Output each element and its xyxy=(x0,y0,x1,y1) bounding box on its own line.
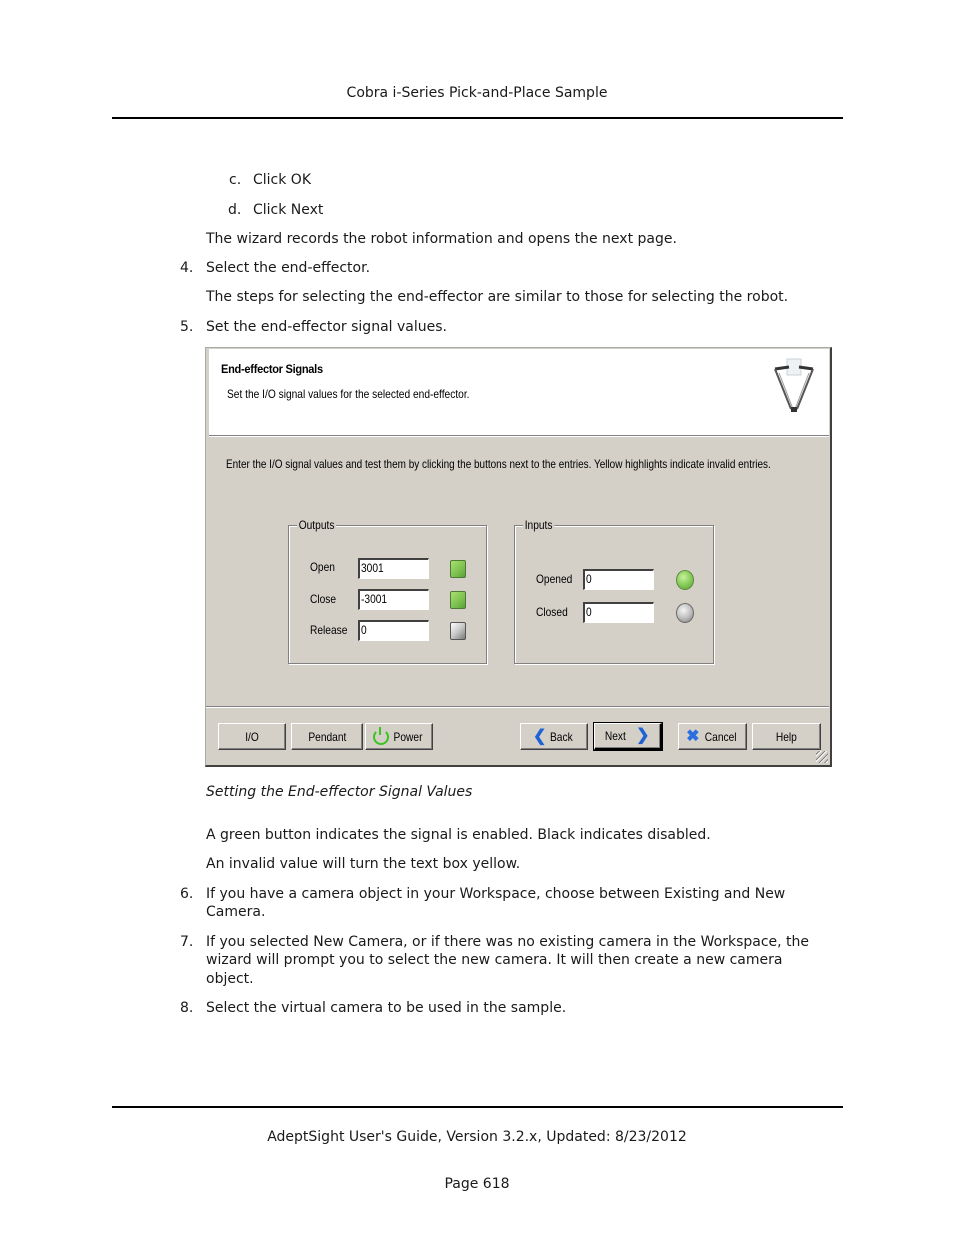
footer-rule xyxy=(112,1106,843,1108)
next-arrow-icon: ❯ xyxy=(636,727,650,744)
power-icon xyxy=(372,726,389,745)
step-7-text-cont: wizard will prompt you to select the new… xyxy=(206,952,783,968)
dialog-header-panel: End-effector Signals Set the I/O signal … xyxy=(209,349,829,436)
closed-input-indicator xyxy=(676,603,694,623)
step-8-marker: 8. xyxy=(180,1000,194,1016)
end-effector-signals-dialog: End-effector Signals Set the I/O signal … xyxy=(205,347,832,767)
step-6-marker: 6. xyxy=(180,886,194,902)
help-button[interactable]: Help xyxy=(752,723,821,750)
figure-caption: Setting the End-effector Signal Values xyxy=(206,784,473,800)
step-7-text-cont: object. xyxy=(206,971,254,987)
closed-input-field[interactable]: 0 xyxy=(583,602,654,623)
close-output-toggle-button[interactable] xyxy=(450,591,466,609)
header-rule xyxy=(112,117,843,119)
resize-grip[interactable] xyxy=(816,751,828,763)
note-paragraph: A green button indicates the signal is e… xyxy=(206,827,711,843)
close-output-field[interactable]: -3001 xyxy=(358,589,429,610)
header-separator xyxy=(209,436,829,437)
step-5-text: Set the end-effector signal values. xyxy=(206,319,447,335)
note-paragraph: The wizard records the robot information… xyxy=(206,231,677,247)
opened-label: Opened xyxy=(536,572,573,586)
open-label: Open xyxy=(310,560,335,574)
list-marker-c: c. xyxy=(229,172,242,188)
list-marker-d: d. xyxy=(228,202,242,218)
robot-icon xyxy=(774,358,814,412)
release-output-field[interactable]: 0 xyxy=(358,620,429,641)
closed-label: Closed xyxy=(536,605,568,619)
release-label: Release xyxy=(310,623,348,637)
step-6-text-cont: Camera. xyxy=(206,904,266,920)
cancel-x-icon: ✖ xyxy=(686,727,700,745)
step-6-text: If you have a camera object in your Work… xyxy=(206,886,786,902)
pendant-button[interactable]: Pendant xyxy=(291,723,363,750)
opened-input-field[interactable]: 0 xyxy=(583,569,654,590)
footer-separator-highlight xyxy=(206,707,829,708)
open-output-toggle-button[interactable] xyxy=(450,560,466,578)
footer-guide-info: AdeptSight User's Guide, Version 3.2.x, … xyxy=(267,1129,687,1145)
release-output-toggle-button[interactable] xyxy=(450,622,466,640)
step-4-marker: 4. xyxy=(180,260,194,276)
step-7-text: If you selected New Camera, or if there … xyxy=(206,934,810,950)
step-4-text: Select the end-effector. xyxy=(206,260,371,276)
step-5-marker: 5. xyxy=(180,319,194,335)
note-paragraph: An invalid value will turn the text box … xyxy=(206,856,521,872)
next-button[interactable]: Next ❯ xyxy=(593,722,663,751)
outputs-group: Outputs Open 3001 Close -3001 Release 0 xyxy=(288,518,487,664)
inputs-legend: Inputs xyxy=(523,518,555,532)
step-8-text: Select the virtual camera to be used in … xyxy=(206,1000,567,1016)
note-paragraph: The steps for selecting the end-effector… xyxy=(206,289,789,305)
io-button[interactable]: I/O xyxy=(218,723,286,750)
outputs-legend: Outputs xyxy=(297,518,337,532)
dialog-subtitle: Set the I/O signal values for the select… xyxy=(227,387,470,401)
page-header: Cobra i-Series Pick-and-Place Sample xyxy=(346,85,608,101)
back-button[interactable]: ❮ Back xyxy=(520,723,588,750)
page-number: Page 618 xyxy=(444,1176,510,1192)
cancel-button[interactable]: ✖ Cancel xyxy=(678,723,747,750)
opened-input-indicator xyxy=(676,570,694,590)
close-label: Close xyxy=(310,592,337,606)
dialog-title: End-effector Signals xyxy=(221,362,323,376)
dialog-instructions: Enter the I/O signal values and test the… xyxy=(226,457,771,471)
power-button[interactable]: Power xyxy=(365,723,433,750)
open-output-field[interactable]: 3001 xyxy=(358,558,429,579)
list-item-c: Click OK xyxy=(253,172,312,188)
step-7-marker: 7. xyxy=(180,934,194,950)
back-arrow-icon: ❮ xyxy=(532,727,547,745)
list-item-d: Click Next xyxy=(253,202,324,218)
inputs-group: Inputs Opened 0 Closed 0 xyxy=(514,518,714,664)
